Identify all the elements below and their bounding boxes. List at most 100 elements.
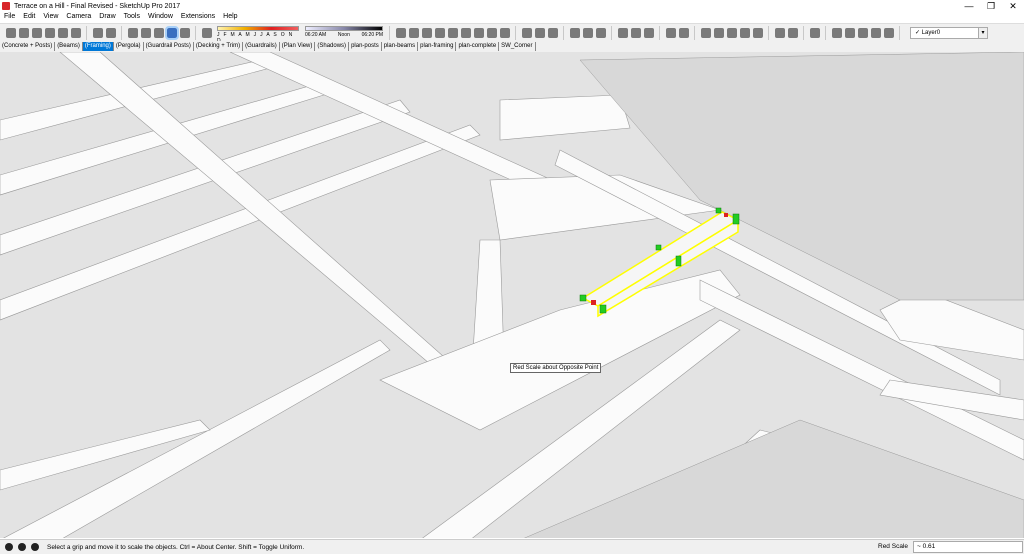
monochrome-icon[interactable] — [179, 27, 190, 38]
position-camera-icon[interactable] — [473, 27, 484, 38]
shadows-toggle-icon[interactable] — [201, 27, 212, 38]
scene-tab[interactable]: plan-complete — [456, 42, 500, 51]
window-title: Terrace on a Hill - Final Revised - Sket… — [14, 2, 181, 10]
scene-tabs: (Concrete + Posts) (Beams) (Framing) (Pergo… — [0, 41, 1024, 52]
geo-location-icon[interactable] — [5, 543, 13, 551]
separator — [515, 25, 516, 40]
scene-tab[interactable]: plan-beams — [382, 42, 419, 51]
walk-icon[interactable] — [499, 27, 510, 38]
time-end: 06:20 PM — [361, 31, 383, 38]
scene-tab[interactable]: (Guardrails) — [243, 42, 280, 51]
back-edges-icon[interactable] — [105, 27, 116, 38]
look-around-icon[interactable] — [486, 27, 497, 38]
right-view-icon[interactable] — [44, 27, 55, 38]
menu-extensions[interactable]: Extensions — [177, 12, 219, 22]
scale-grip — [732, 213, 740, 225]
undo-icon[interactable] — [617, 27, 628, 38]
scale-icon[interactable] — [595, 27, 606, 38]
intersect-icon[interactable] — [844, 27, 855, 38]
separator — [86, 25, 87, 40]
layer-check-icon: ✓ — [915, 30, 921, 36]
menu-window[interactable]: Window — [144, 12, 177, 22]
get-models-icon[interactable] — [630, 27, 641, 38]
wireframe-icon[interactable] — [127, 27, 138, 38]
sandbox-from-contours-icon[interactable] — [700, 27, 711, 38]
zoom-icon[interactable] — [421, 27, 432, 38]
stamp-icon[interactable] — [739, 27, 750, 38]
scene-tab[interactable]: (Guardrail Posts) — [144, 42, 194, 51]
close-button[interactable]: ✕ — [1002, 0, 1024, 12]
orbit-icon[interactable] — [395, 27, 406, 38]
scale-grip — [579, 294, 587, 302]
status-bar: Select a grip and move it to scale the o… — [0, 539, 1024, 554]
minimize-button[interactable]: — — [958, 0, 980, 12]
layout-icon[interactable] — [678, 27, 689, 38]
shadow-time-slider[interactable]: 06:20 AM Noon 06:20 PM — [305, 25, 383, 40]
paint-icon[interactable] — [547, 27, 558, 38]
scale-grip — [675, 255, 682, 267]
model-viewport[interactable]: Red Scale about Opposite Point — [0, 52, 1024, 538]
maximize-button[interactable]: ❐ — [980, 0, 1002, 12]
menu-draw[interactable]: Draw — [95, 12, 119, 22]
chevron-down-icon[interactable]: ▾ — [978, 27, 987, 38]
scene-tab[interactable]: plan-framing — [418, 42, 457, 51]
menu-help[interactable]: Help — [219, 12, 241, 22]
front-view-icon[interactable] — [31, 27, 42, 38]
extension-warehouse-icon[interactable] — [665, 27, 676, 38]
menu-view[interactable]: View — [39, 12, 62, 22]
trim-icon[interactable] — [883, 27, 894, 38]
subtract-icon[interactable] — [870, 27, 881, 38]
union-icon[interactable] — [857, 27, 868, 38]
pan-icon[interactable] — [408, 27, 419, 38]
tool-tooltip: Red Scale about Opposite Point — [510, 363, 602, 373]
left-view-icon[interactable] — [70, 27, 81, 38]
credits-icon[interactable] — [18, 543, 26, 551]
move-icon[interactable] — [569, 27, 580, 38]
scene-tab[interactable]: (Beams) — [55, 42, 83, 51]
measurements-input[interactable]: ~ 0.61 — [913, 541, 1023, 553]
back-view-icon[interactable] — [57, 27, 68, 38]
model-scene — [0, 52, 1024, 538]
scene-tab[interactable]: plan-posts — [349, 42, 382, 51]
scene-tab[interactable]: (Plan View) — [280, 42, 316, 51]
scene-tab[interactable]: (Shadows) — [315, 42, 350, 51]
zoom-extents-icon[interactable] — [447, 27, 458, 38]
iso-view-icon[interactable] — [5, 27, 16, 38]
separator — [803, 25, 804, 40]
outer-shell-icon[interactable] — [831, 27, 842, 38]
section-cut-icon[interactable] — [787, 27, 798, 38]
scale-grip — [715, 207, 722, 214]
menu-camera[interactable]: Camera — [62, 12, 95, 22]
rotate-icon[interactable] — [582, 27, 593, 38]
scene-tab[interactable]: (Decking + Trim) — [194, 42, 244, 51]
eraser-icon[interactable] — [534, 27, 545, 38]
scene-tab[interactable]: (Pergola) — [114, 42, 144, 51]
top-view-icon[interactable] — [18, 27, 29, 38]
xray-icon[interactable] — [92, 27, 103, 38]
shaded-textures-icon[interactable] — [164, 25, 179, 40]
smoove-icon[interactable] — [726, 27, 737, 38]
layer-select[interactable]: ✓ Layer0 ▾ — [910, 26, 988, 39]
solid-tools-icon[interactable] — [809, 27, 820, 38]
scene-tab[interactable]: SW_Corner — [499, 42, 536, 51]
shadow-date-slider[interactable]: J F M A M J J A S O N D — [217, 25, 299, 44]
zoom-window-icon[interactable] — [434, 27, 445, 38]
menu-file[interactable]: File — [0, 12, 19, 22]
share-model-icon[interactable] — [643, 27, 654, 38]
scene-tab[interactable]: (Framing) — [82, 42, 114, 51]
previous-view-icon[interactable] — [460, 27, 471, 38]
time-start: 06:20 AM — [305, 31, 327, 38]
status-message: Select a grip and move it to scale the o… — [47, 543, 305, 551]
model-info-icon[interactable] — [521, 27, 532, 38]
menu-tools[interactable]: Tools — [120, 12, 144, 22]
shaded-icon[interactable] — [153, 27, 164, 38]
separator — [195, 25, 196, 40]
scene-tab[interactable]: (Concrete + Posts) — [0, 42, 56, 51]
sandbox-from-scratch-icon[interactable] — [713, 27, 724, 38]
section-plane-icon[interactable] — [774, 27, 785, 38]
separator — [121, 25, 122, 40]
drape-icon[interactable] — [752, 27, 763, 38]
hidden-line-icon[interactable] — [140, 27, 151, 38]
menu-edit[interactable]: Edit — [19, 12, 39, 22]
user-account-icon[interactable] — [31, 543, 39, 551]
